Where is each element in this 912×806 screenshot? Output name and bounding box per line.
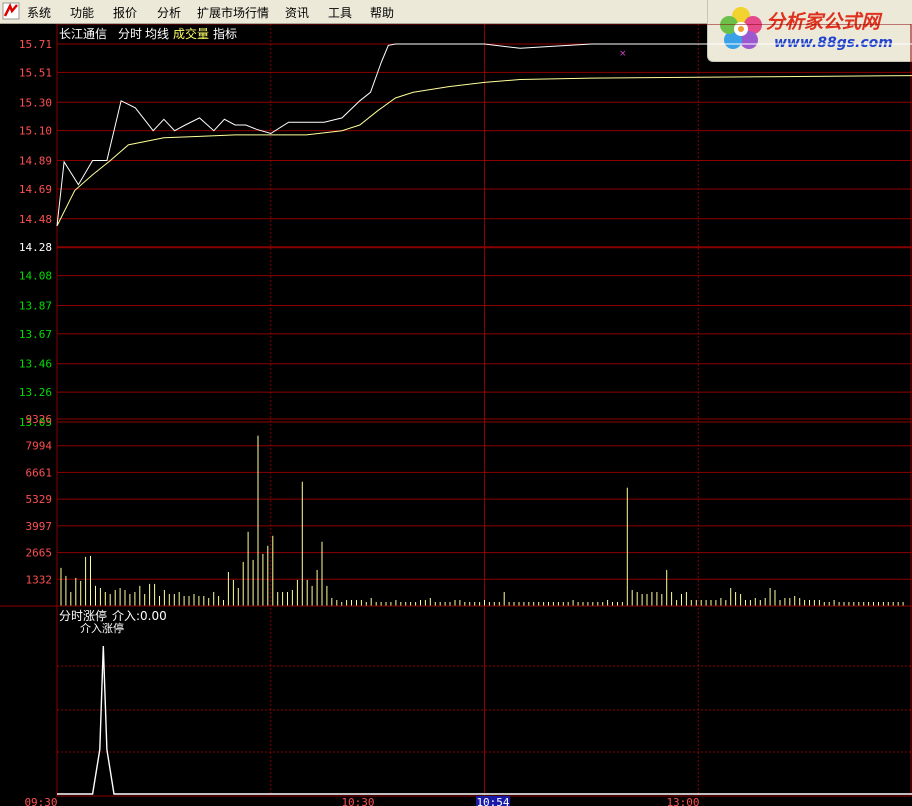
time-label: 10:54 xyxy=(476,796,509,806)
volume-tick-label: 6661 xyxy=(26,466,53,479)
menu-item-3[interactable]: 分析 xyxy=(157,4,181,21)
menu-item-1[interactable]: 功能 xyxy=(70,4,94,21)
volume-tick-label: 2665 xyxy=(26,547,53,560)
menu-item-5[interactable]: 资讯 xyxy=(285,4,309,21)
price-tick-label: 14.69 xyxy=(19,183,52,196)
stock-name: 长江通信 xyxy=(59,27,107,41)
signal-label: 介入涨停 xyxy=(80,621,124,635)
menu-item-6[interactable]: 工具 xyxy=(328,4,352,21)
time-label: 10:30 xyxy=(341,796,374,806)
price-tick-label: 13.67 xyxy=(19,328,52,341)
volume-tick-label: 7994 xyxy=(26,440,53,453)
volume-tick-label: 9326 xyxy=(26,413,53,426)
cursor-marker: × xyxy=(619,49,627,59)
menu-item-0[interactable]: 系统 xyxy=(27,4,51,21)
app-logo-icon[interactable] xyxy=(2,2,20,20)
indicator-name: 分时涨停 xyxy=(59,608,107,623)
chart-tab-0[interactable]: 分时 xyxy=(118,27,142,41)
time-label: 13:00 xyxy=(666,796,699,806)
chart-tab-1[interactable]: 均线 xyxy=(145,27,169,41)
time-label: 09:30 xyxy=(24,796,57,806)
chart-tab-2[interactable]: 成交量 xyxy=(173,26,209,41)
price-tick-label: 15.30 xyxy=(19,96,52,109)
price-tick-label: 14.48 xyxy=(19,213,52,226)
price-tick-label: 15.51 xyxy=(19,66,52,79)
volume-tick-label: 3997 xyxy=(26,520,53,533)
menu-item-7[interactable]: 帮助 xyxy=(370,4,394,21)
chart-tab-3[interactable]: 指标 xyxy=(213,26,237,41)
price-tick-label: 14.89 xyxy=(19,155,52,168)
indicator-param: 介入:0.00 xyxy=(112,609,167,623)
price-tick-label: 14.08 xyxy=(19,270,52,283)
price-tick-label: 14.28 xyxy=(19,241,52,254)
intraday-chart[interactable]: 15.71 15.51 15.30 15.10 14.89 14.69 14.48 14.28… xyxy=(0,24,912,806)
price-tick-label: 13.46 xyxy=(19,358,52,371)
price-tick-label: 13.87 xyxy=(19,299,52,312)
price-tick-label: 15.10 xyxy=(19,125,52,138)
volume-tick-label: 1332 xyxy=(26,573,53,586)
menu-item-4[interactable]: 扩展市场行情 xyxy=(197,4,269,21)
menu-item-2[interactable]: 报价 xyxy=(113,4,137,21)
volume-tick-label: 5329 xyxy=(26,493,53,506)
price-tick-label: 15.71 xyxy=(19,38,52,51)
price-tick-label: 13.26 xyxy=(19,386,52,399)
